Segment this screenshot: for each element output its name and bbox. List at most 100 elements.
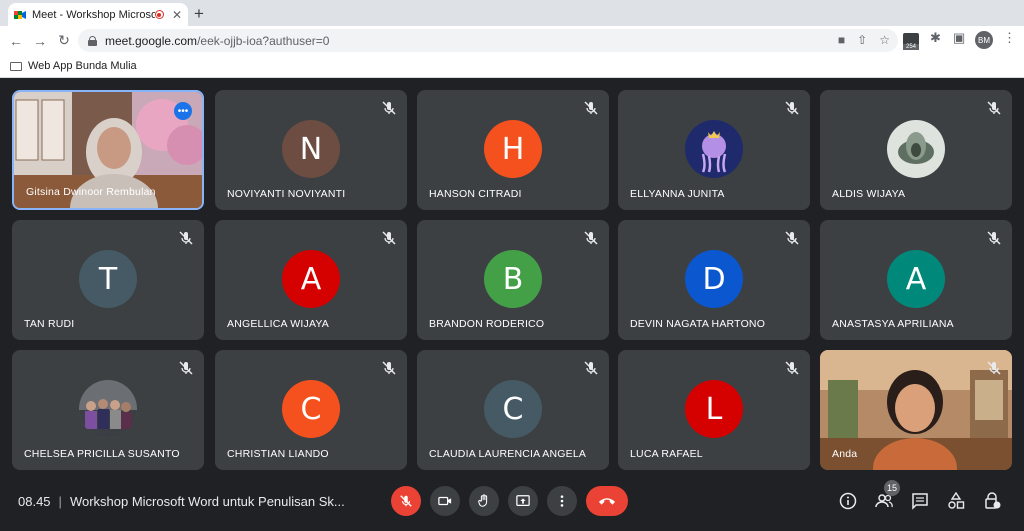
recording-indicator-icon (154, 10, 164, 19)
meeting-info: 08.45 | Workshop Microsoft Word untuk Penu… (18, 494, 345, 509)
reload-icon[interactable]: ↻ (52, 32, 76, 49)
video-camera-icon (438, 496, 452, 506)
chat-icon (912, 493, 928, 510)
mic-off-icon (584, 361, 598, 375)
participant-tile[interactable]: ALDIS WIJAYA (820, 90, 1012, 210)
browser-toolbar: ← → ↻ meet.google.com/eek-ojjb-ioa?authu… (0, 26, 1024, 55)
chat-button[interactable] (910, 491, 930, 511)
extensions-puzzle-icon[interactable]: ✱ (930, 30, 941, 46)
participant-photo (887, 120, 945, 178)
participant-tile[interactable]: N NOVIYANTI NOVIYANTI (215, 90, 407, 210)
camera-in-use-icon[interactable]: ■ (838, 33, 845, 47)
participant-name: BRANDON RODERICO (429, 318, 545, 330)
participant-tile[interactable]: T TAN RUDI (12, 220, 204, 340)
meeting-details-button[interactable] (838, 491, 858, 511)
participant-tile[interactable]: ••• Gitsina Dwinoor Rembulan (12, 90, 204, 210)
participant-avatar: H (484, 120, 542, 178)
address-bar[interactable]: meet.google.com/eek-ojjb-ioa?authuser=0 … (78, 29, 898, 52)
more-vert-icon (560, 495, 564, 507)
participant-name: Anda (832, 448, 858, 460)
mic-off-icon (382, 361, 396, 375)
participant-tile-self[interactable]: Anda (820, 350, 1012, 470)
participant-avatar: B (484, 250, 542, 308)
participant-tile[interactable]: H HANSON CITRADI (417, 90, 609, 210)
back-arrow-icon[interactable]: ← (4, 33, 28, 49)
forward-arrow-icon[interactable]: → (28, 33, 52, 49)
participant-name: ALDIS WIJAYA (832, 188, 906, 200)
tab-strip: Meet - Workshop Microsof ✕ + (0, 0, 1024, 26)
share-icon[interactable]: ⇧ (857, 33, 867, 47)
activities-shapes-icon (948, 492, 965, 509)
mic-off-icon (987, 231, 1001, 245)
participant-name: CLAUDIA LAURENCIA ANGELA (429, 448, 587, 460)
mic-toggle-button[interactable] (391, 486, 421, 516)
participant-tile[interactable]: A ANGELLICA WIJAYA (215, 220, 407, 340)
mic-off-icon (382, 101, 396, 115)
close-tab-icon[interactable]: ✕ (172, 8, 182, 22)
participant-name: Gitsina Dwinoor Rembulan (26, 186, 156, 198)
lock-icon (88, 35, 97, 46)
leave-call-button[interactable] (586, 486, 628, 516)
mic-off-icon (785, 231, 799, 245)
participant-tile[interactable]: ELLYANNA JUNITA (618, 90, 810, 210)
participant-name: HANSON CITRADI (429, 188, 522, 200)
meeting-info-separator: | (58, 494, 62, 509)
meeting-time: 08.45 (18, 494, 51, 509)
participant-grid: ••• Gitsina Dwinoor Rembulan N NOVIYANTI… (0, 78, 1024, 478)
raise-hand-button[interactable] (469, 486, 499, 516)
mic-off-icon (785, 101, 799, 115)
browser-tab-meet[interactable]: Meet - Workshop Microsof ✕ (8, 3, 188, 26)
meeting-title: Workshop Microsoft Word untuk Penulisan … (69, 494, 345, 509)
mic-off-icon (179, 361, 193, 375)
bookmark-web-app-bunda-mulia[interactable]: Web App Bunda Mulia (28, 60, 137, 72)
participant-tile[interactable]: D DEVIN NAGATA HARTONO (618, 220, 810, 340)
mic-off-icon (400, 495, 412, 507)
participant-tile[interactable]: L LUCA RAFAEL (618, 350, 810, 470)
url-host: meet.google.com (105, 33, 198, 48)
participant-tile[interactable]: A ANASTASYA APRILIANA (820, 220, 1012, 340)
mic-off-icon (987, 101, 1001, 115)
participant-tile[interactable]: C CHRISTIAN LIANDO (215, 350, 407, 470)
tab-title: Meet - Workshop Microsof (32, 8, 155, 21)
participant-tile[interactable]: B BRANDON RODERICO (417, 220, 609, 340)
browser-chrome: Meet - Workshop Microsof ✕ + ← → ↻ meet.… (0, 0, 1024, 78)
browser-menu-icon[interactable]: ⋮ (1003, 30, 1016, 46)
host-controls-button[interactable] (982, 491, 1002, 511)
more-options-button[interactable] (547, 486, 577, 516)
mic-off-icon (179, 231, 193, 245)
activities-button[interactable] (946, 491, 966, 511)
more-options-icon[interactable]: ••• (174, 102, 192, 120)
bookmarks-bar: Web App Bunda Mulia (0, 55, 1024, 78)
participant-name: DEVIN NAGATA HARTONO (630, 318, 766, 330)
host-controls-lock-icon (985, 492, 1001, 509)
bookmark-star-icon[interactable]: ☆ (879, 33, 890, 47)
extension-badge-icon[interactable]: 254 (903, 33, 919, 50)
participant-name: TAN RUDI (24, 318, 75, 330)
participant-avatar: A (887, 250, 945, 308)
folder-icon (10, 61, 22, 71)
participant-avatar: C (484, 380, 542, 438)
url-path: /eek-ojjb-ioa?authuser=0 (197, 33, 330, 48)
hang-up-icon (598, 498, 616, 505)
mic-off-icon (785, 361, 799, 375)
meet-favicon-icon (14, 9, 26, 21)
participant-name: CHELSEA PRICILLA SUSANTO (24, 448, 180, 460)
participant-tile[interactable]: CHELSEA PRICILLA SUSANTO (12, 350, 204, 470)
participant-avatar: T (79, 250, 137, 308)
raise-hand-icon (478, 494, 488, 507)
profile-avatar[interactable]: BM (975, 31, 993, 49)
mic-off-icon (987, 361, 1001, 375)
present-screen-button[interactable] (508, 486, 538, 516)
participant-name: ANGELLICA WIJAYA (227, 318, 330, 330)
participant-avatar: A (282, 250, 340, 308)
participant-name: LUCA RAFAEL (630, 448, 703, 460)
side-panel-icon[interactable]: ▣ (953, 30, 965, 46)
camera-toggle-button[interactable] (430, 486, 460, 516)
participant-avatar: L (685, 380, 743, 438)
participant-name: ELLYANNA JUNITA (630, 188, 725, 200)
info-icon (839, 492, 857, 510)
participant-tile[interactable]: C CLAUDIA LAURENCIA ANGELA (417, 350, 609, 470)
participant-avatar: N (282, 120, 340, 178)
new-tab-button[interactable]: + (194, 4, 204, 24)
present-screen-icon (516, 495, 530, 506)
